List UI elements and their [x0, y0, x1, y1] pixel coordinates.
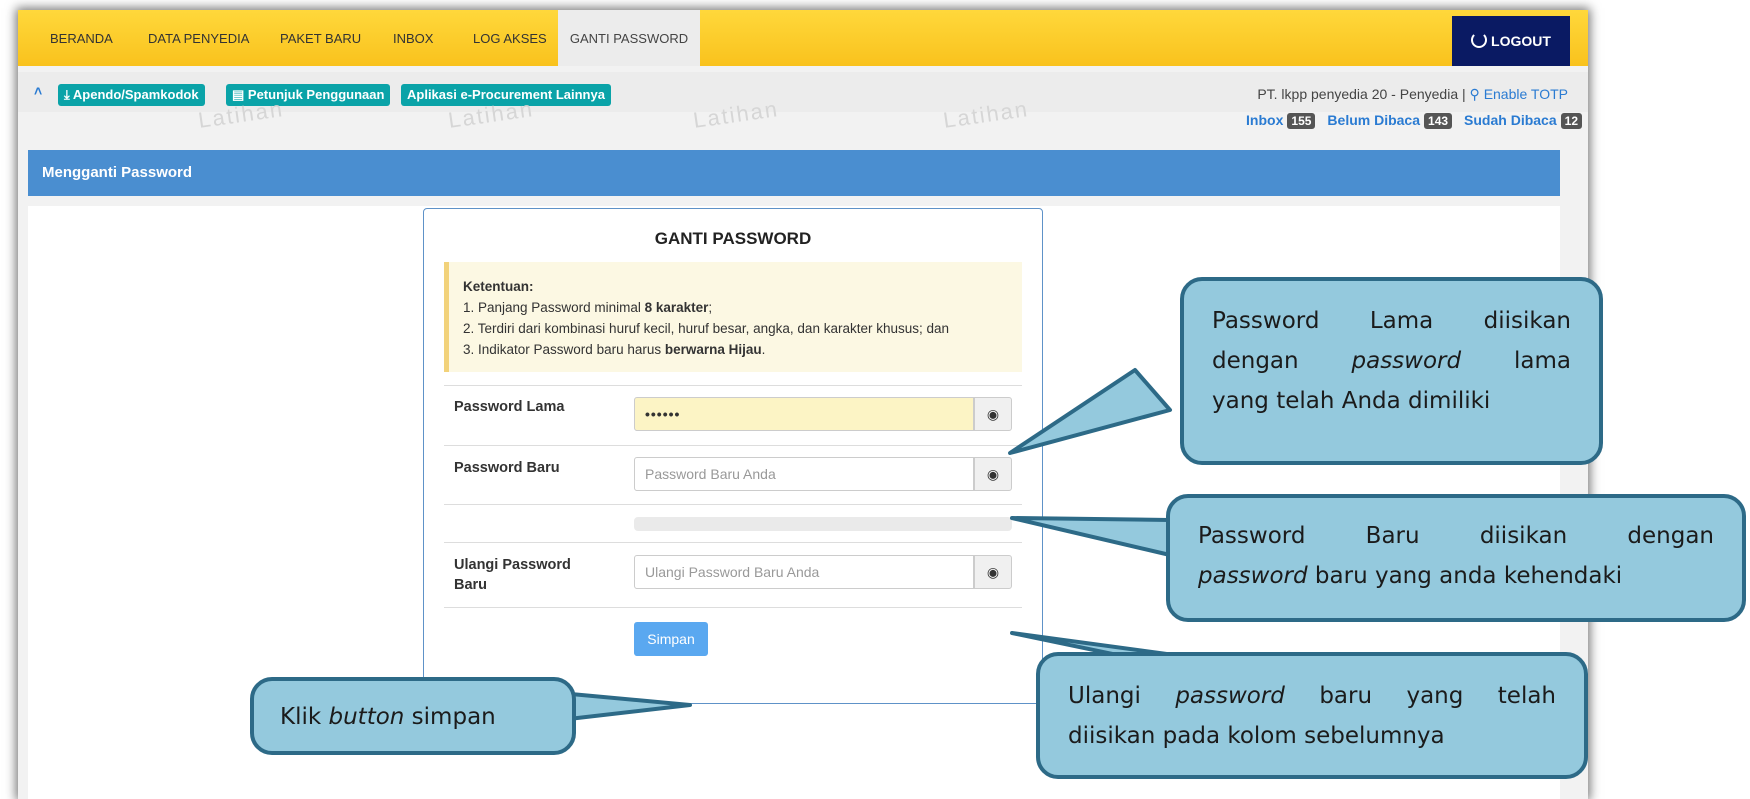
callout-old-password: Password Lama diisikan dengan password l… — [1180, 277, 1603, 465]
callout-old-line-2c: lama — [1461, 348, 1571, 374]
callout-repeat-password: Ulangi password baru yang telah diisikan… — [1036, 652, 1588, 779]
callout-old-line-3: yang telah Anda dimiliki — [1212, 388, 1491, 414]
callout-new-password: Password Baru diisikan dengan password b… — [1166, 494, 1746, 622]
callout-save-a: Klik — [280, 704, 329, 730]
pointer-new-password — [1010, 516, 1172, 557]
callout-old-line-1: Password Lama diisikan — [1212, 308, 1571, 334]
callout-repeat-line-1b: password — [1175, 683, 1285, 709]
callout-new-line-2: password baru yang anda kehendaki — [1198, 556, 1714, 596]
callout-repeat-line-1c: baru yang telah — [1284, 683, 1556, 709]
callout-repeat-line-2: diisikan pada kolom sebelumnya — [1068, 723, 1445, 749]
callout-old-line-2a: dengan — [1212, 348, 1352, 374]
callout-old-line-2: dengan password lama — [1212, 341, 1571, 381]
callout-repeat-line-1: Ulangi password baru yang telah — [1068, 676, 1556, 716]
callout-new-line-2a: password — [1198, 563, 1308, 589]
callout-new-line-2b: baru yang anda kehendaki — [1307, 563, 1623, 589]
callout-save-b: button — [328, 704, 405, 730]
pointer-save — [558, 691, 692, 722]
pointer-old-password — [1008, 368, 1172, 455]
callout-repeat-line-1a: Ulangi — [1068, 683, 1176, 709]
callout-old-line-2b: password — [1351, 348, 1462, 374]
callout-save: Klik button simpan — [250, 677, 576, 755]
callout-save-c: simpan — [404, 704, 496, 730]
callout-new-line-1: Password Baru diisikan dengan — [1198, 523, 1714, 549]
